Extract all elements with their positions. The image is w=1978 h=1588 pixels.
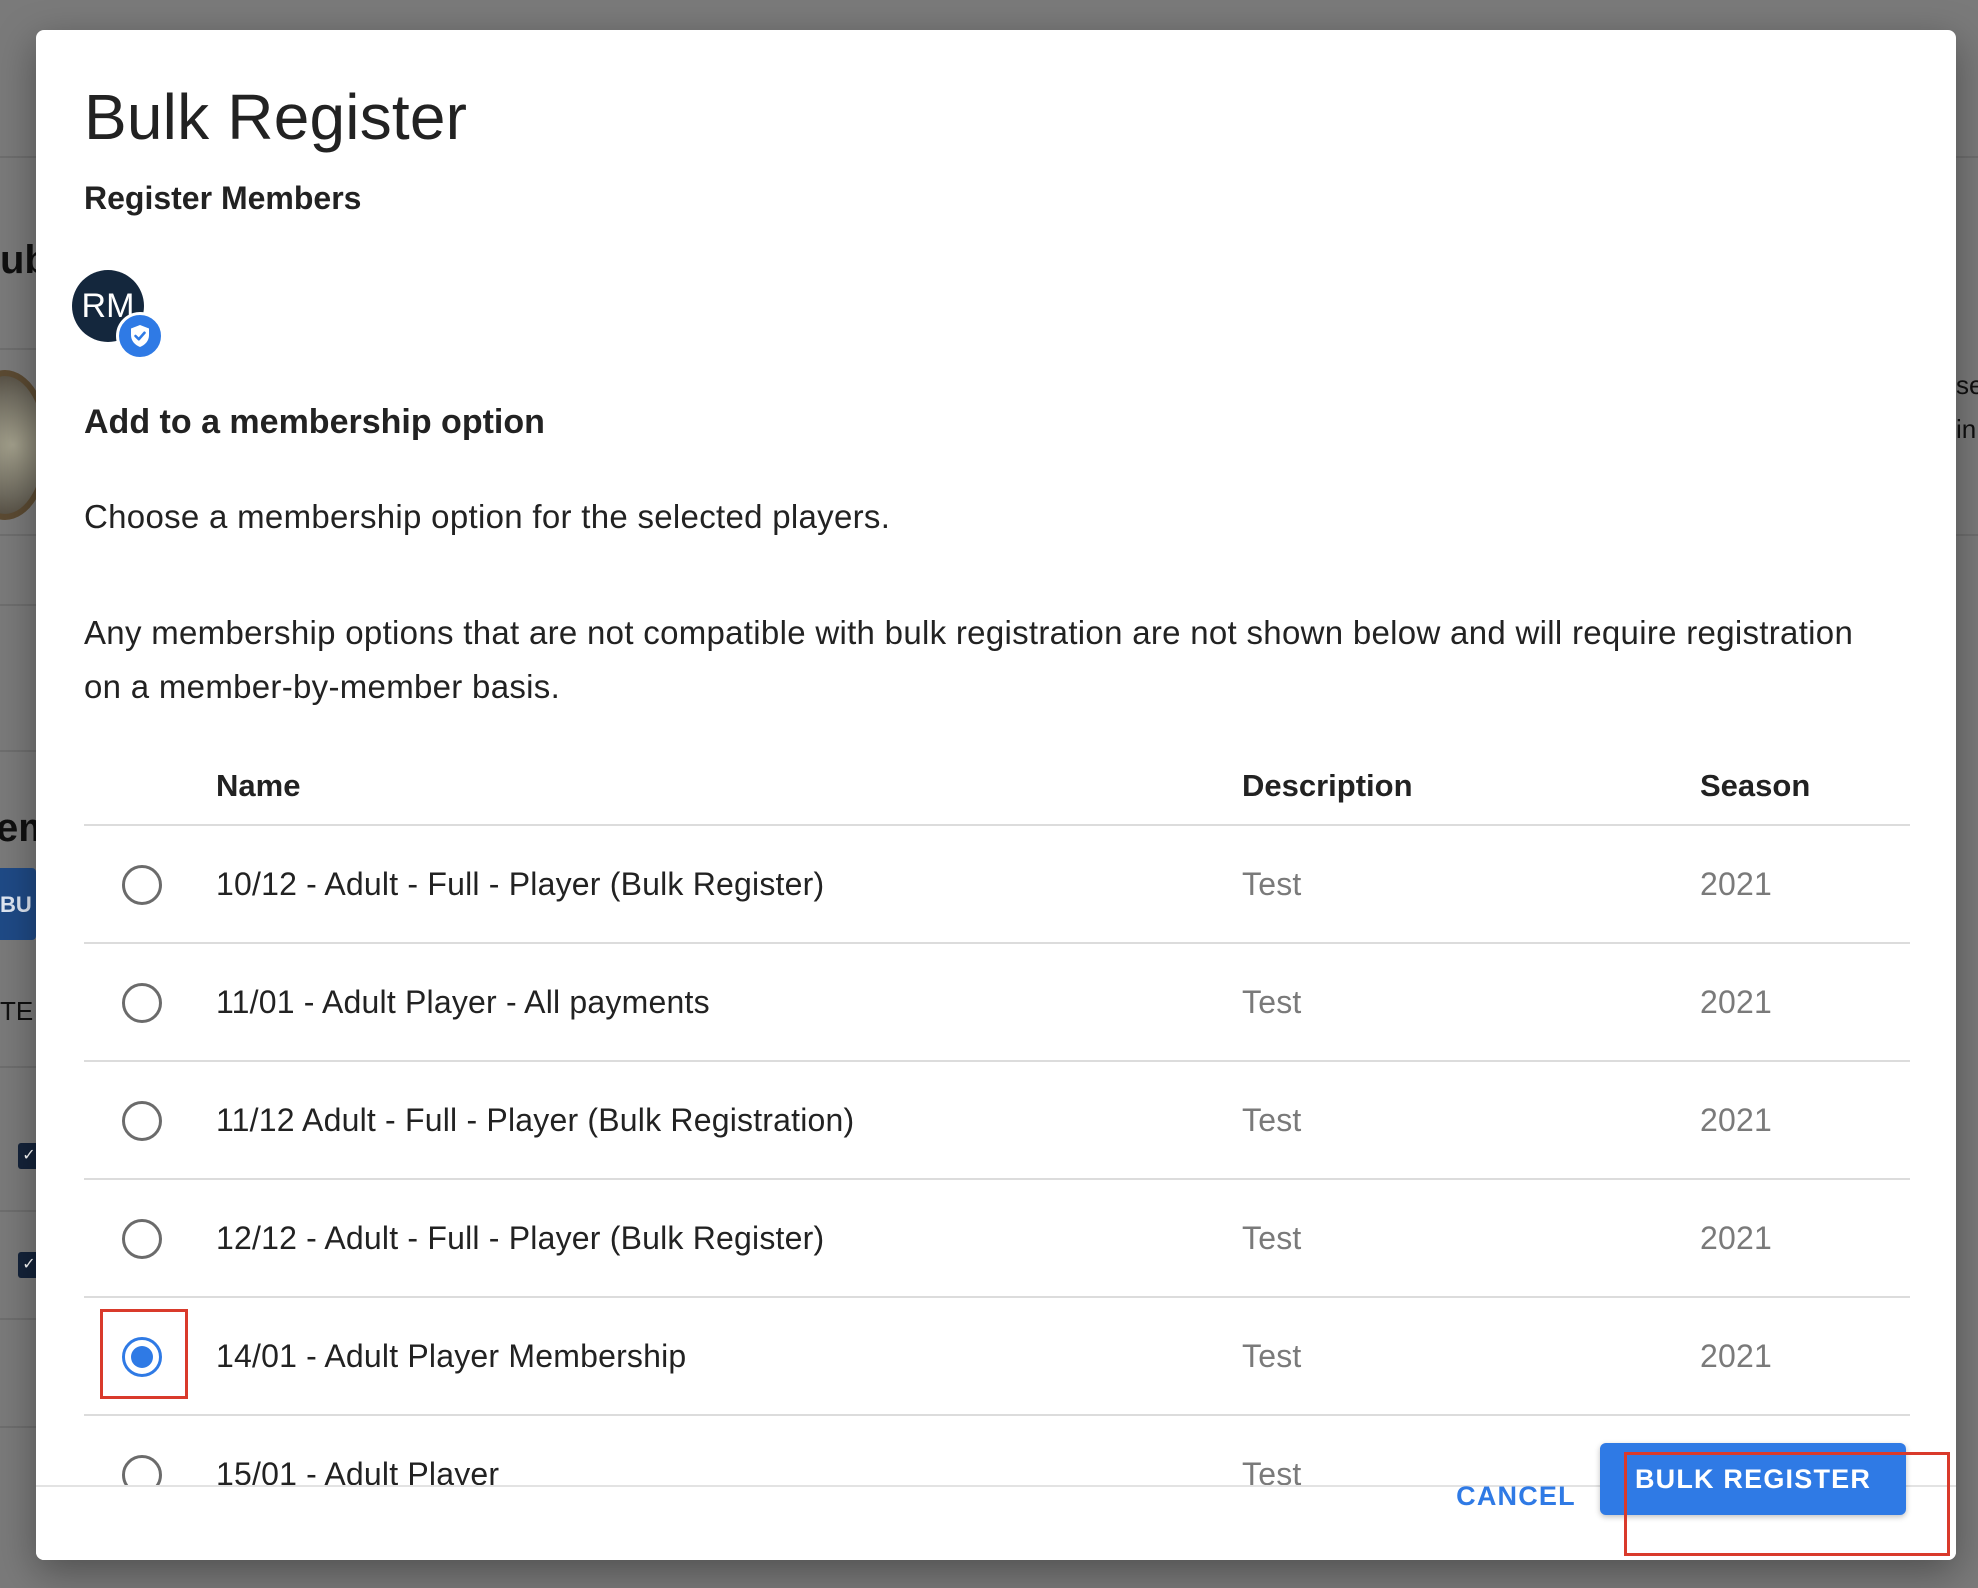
bg-bulk-button: BU <box>0 868 36 940</box>
bg-divider <box>0 1426 36 1428</box>
bg-divider <box>0 348 36 350</box>
verified-shield-icon <box>116 312 164 360</box>
option-description: Test <box>1242 1102 1302 1138</box>
bg-divider <box>0 750 36 752</box>
column-header-name: Name <box>216 768 301 803</box>
cancel-button[interactable]: CANCEL <box>1446 1466 1586 1526</box>
compatibility-note: Any membership options that are not comp… <box>84 614 1854 705</box>
bg-divider <box>0 1066 36 1068</box>
bg-divider <box>0 534 36 536</box>
option-name: 14/01 - Adult Player Membership <box>216 1338 687 1374</box>
radio-button[interactable] <box>122 1101 162 1141</box>
option-season: 2021 <box>1700 1338 1772 1374</box>
membership-options-table: Name Description Season 10/12 - Adult - … <box>84 742 1910 1486</box>
radio-button[interactable] <box>122 865 162 905</box>
table-row[interactable]: 12/12 - Adult - Full - Player (Bulk Regi… <box>84 1180 1910 1298</box>
table-header: Name Description Season <box>84 742 1910 826</box>
instruction-text: Choose a membership option for the selec… <box>84 498 891 535</box>
table-row[interactable]: 11/01 - Adult Player - All payments Test… <box>84 944 1910 1062</box>
bg-text-fragment: se <box>1956 370 1978 400</box>
option-name: 15/01 - Adult Player <box>216 1456 500 1486</box>
option-season: 2021 <box>1700 984 1772 1020</box>
option-name: 11/12 Adult - Full - Player (Bulk Regist… <box>216 1102 855 1138</box>
bg-divider <box>1956 534 1978 536</box>
option-description: Test <box>1242 866 1302 902</box>
bg-divider <box>0 1210 36 1212</box>
bg-text-fragment: in <box>1956 414 1977 444</box>
radio-button[interactable] <box>122 1219 162 1259</box>
option-season: 2021 <box>1700 866 1772 902</box>
section-title: Add to a membership option <box>84 403 545 441</box>
radio-button[interactable] <box>122 1455 162 1486</box>
dialog-subtitle: Register Members <box>84 180 362 216</box>
option-season: 2021 <box>1700 1220 1772 1256</box>
dialog-title: Bulk Register <box>84 81 468 153</box>
column-header-season: Season <box>1700 768 1811 803</box>
table-row[interactable]: 14/01 - Adult Player Membership Test 202… <box>84 1298 1910 1416</box>
bg-divider <box>0 156 36 158</box>
option-name: 11/01 - Adult Player - All payments <box>216 984 710 1020</box>
table-row[interactable]: 11/12 Adult - Full - Player (Bulk Regist… <box>84 1062 1910 1180</box>
column-header-description: Description <box>1242 768 1413 803</box>
radio-button-selected[interactable] <box>122 1337 162 1377</box>
option-name: 12/12 - Adult - Full - Player (Bulk Regi… <box>216 1220 825 1256</box>
option-season: 2021 <box>1700 1102 1772 1138</box>
option-description: Test <box>1242 1456 1302 1486</box>
bg-divider <box>0 604 36 606</box>
option-description: Test <box>1242 1220 1302 1256</box>
table-row[interactable]: 10/12 - Adult - Full - Player (Bulk Regi… <box>84 826 1910 944</box>
bg-divider <box>1956 156 1978 158</box>
option-description: Test <box>1242 1338 1302 1374</box>
option-name: 10/12 - Adult - Full - Player (Bulk Regi… <box>216 866 825 902</box>
bg-text-fragment: TE <box>0 996 34 1026</box>
bg-divider <box>0 1318 36 1320</box>
radio-button[interactable] <box>122 983 162 1023</box>
bulk-register-dialog: Bulk Register Register Members RM Add to… <box>36 30 1956 1560</box>
button-highlight-box <box>1624 1452 1950 1556</box>
option-description: Test <box>1242 984 1302 1020</box>
